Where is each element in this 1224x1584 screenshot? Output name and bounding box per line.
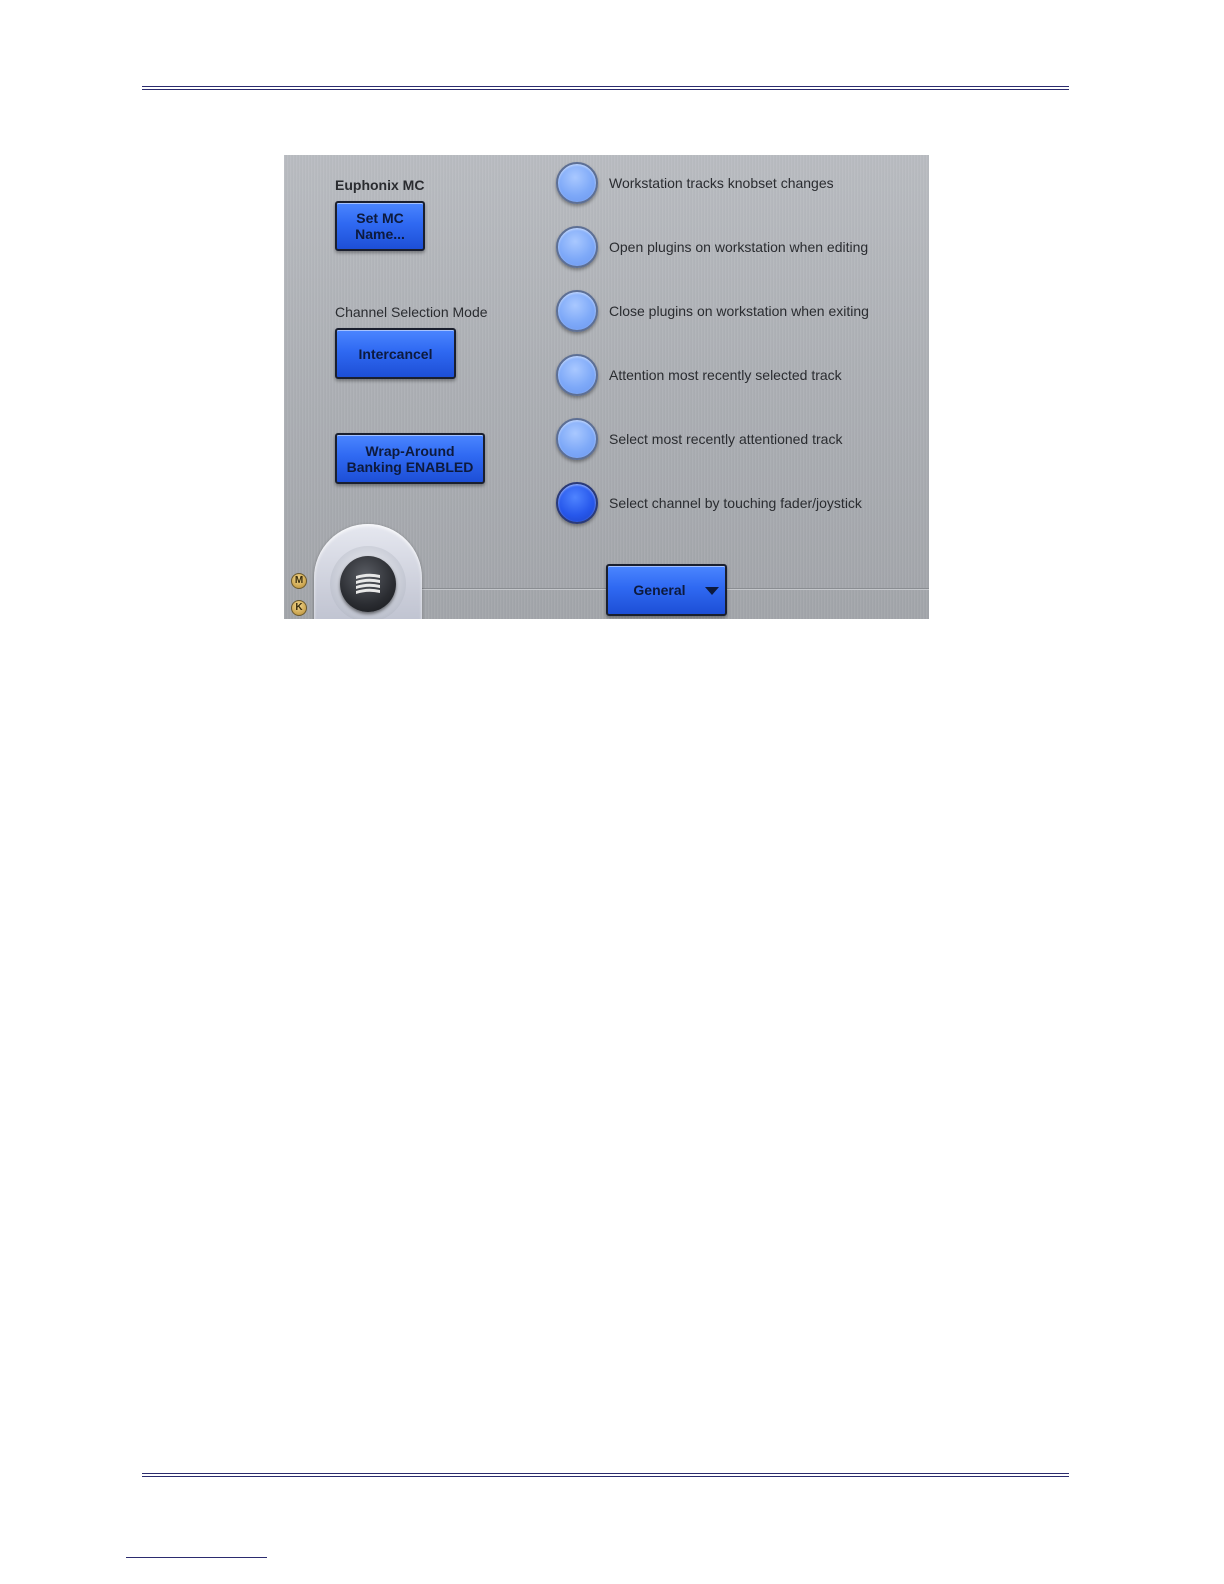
dropdown-arrow-icon bbox=[705, 587, 719, 595]
wrap-around-banking-button[interactable]: Wrap-Around Banking ENABLED bbox=[335, 433, 485, 484]
knob-ring bbox=[330, 546, 406, 619]
option-workstation-tracks-knobset[interactable]: Workstation tracks knobset changes bbox=[556, 162, 916, 206]
knob-housing bbox=[314, 524, 422, 619]
euphonix-logo-knob-icon[interactable] bbox=[340, 556, 396, 612]
option-attention-recently-selected[interactable]: Attention most recently selected track bbox=[556, 354, 916, 398]
device-title: Euphonix MC bbox=[335, 177, 425, 193]
footer-rule bbox=[142, 1473, 1069, 1477]
toggle-circle-icon[interactable] bbox=[556, 482, 598, 524]
toggle-circle-icon[interactable] bbox=[556, 418, 598, 460]
toggle-circle-icon[interactable] bbox=[556, 226, 598, 268]
option-close-plugins-when-exiting[interactable]: Close plugins on workstation when exitin… bbox=[556, 290, 916, 334]
option-open-plugins-when-editing[interactable]: Open plugins on workstation when editing bbox=[556, 226, 916, 270]
k-badge-icon[interactable]: K bbox=[291, 600, 307, 616]
page-dropdown[interactable]: General bbox=[606, 564, 727, 616]
channel-selection-mode-button[interactable]: Intercancel bbox=[335, 328, 456, 379]
toggle-circle-icon[interactable] bbox=[556, 162, 598, 204]
settings-panel: Euphonix MC Set MC Name... Channel Selec… bbox=[284, 155, 929, 619]
set-mc-name-button[interactable]: Set MC Name... bbox=[335, 201, 425, 251]
header-rule bbox=[142, 86, 1069, 90]
toggle-circle-icon[interactable] bbox=[556, 290, 598, 332]
option-select-by-touching-fader[interactable]: Select channel by touching fader/joystic… bbox=[556, 482, 916, 526]
channel-selection-mode-label: Channel Selection Mode bbox=[335, 304, 488, 320]
toggle-circle-icon[interactable] bbox=[556, 354, 598, 396]
footnote-rule bbox=[126, 1557, 267, 1558]
euphonix-logo-icon bbox=[356, 573, 380, 594]
option-select-recently-attentioned[interactable]: Select most recently attentioned track bbox=[556, 418, 916, 462]
m-badge-icon[interactable]: M bbox=[291, 573, 307, 589]
